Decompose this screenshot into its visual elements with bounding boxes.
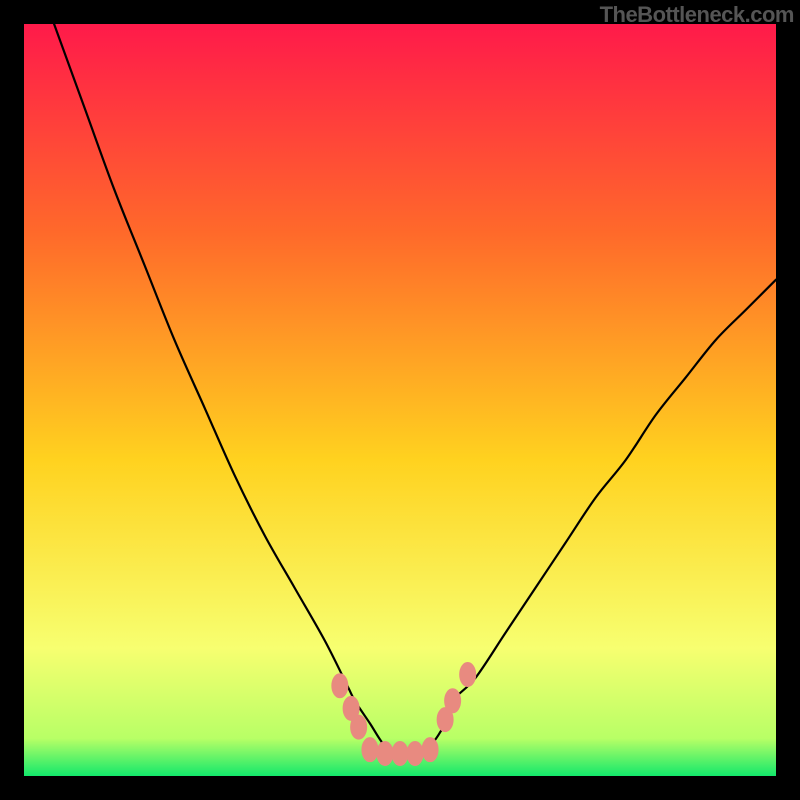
curve-marker — [377, 741, 393, 765]
plot-svg — [24, 24, 776, 776]
curve-marker — [407, 741, 423, 765]
chart-frame — [24, 24, 776, 776]
curve-marker — [460, 662, 476, 686]
watermark-text: TheBottleneck.com — [600, 2, 794, 28]
gradient-background — [24, 24, 776, 776]
curve-marker — [392, 741, 408, 765]
curve-marker — [332, 674, 348, 698]
curve-marker — [445, 689, 461, 713]
curve-marker — [362, 738, 378, 762]
curve-marker — [422, 738, 438, 762]
curve-marker — [351, 715, 367, 739]
